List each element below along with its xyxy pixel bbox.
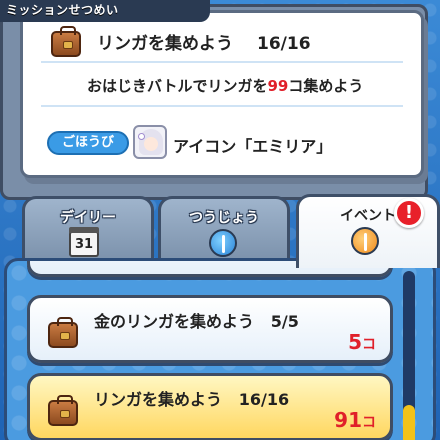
reward-number: 91 (334, 408, 362, 432)
tab-daily-label: デイリー (60, 210, 116, 226)
section-label: ミッションせつめい (0, 0, 210, 22)
list-item-title-text: リンガを集めよう (94, 390, 223, 409)
list-item-title: 金のリンガを集めよう 5/5 (94, 308, 299, 332)
flag-icon (209, 229, 237, 257)
mission-description: おはじきバトルでリンガを99コ集めよう (87, 75, 363, 96)
mission-list-panel[interactable]: 9コ 金のリンガを集めよう 5/5 5コ リンガを集めよう 16/16 91コ (4, 258, 436, 440)
list-item[interactable]: 金のリンガを集めよう 5/5 5コ (27, 295, 393, 363)
reward-number: 5 (348, 330, 362, 354)
scrollbar-thumb[interactable] (403, 405, 415, 440)
list-item-title: リンガを集めよう 16/16 (94, 386, 289, 410)
list-item-title-text: 金のリンガを集めよう (94, 312, 255, 331)
reward-badge: ごほうび (47, 131, 129, 155)
scrollbar-track[interactable] (403, 271, 415, 440)
list-item-progress: 16/16 (238, 390, 290, 409)
divider (41, 61, 403, 63)
reward-count: 91コ (334, 408, 376, 432)
alert-badge: ! (394, 198, 424, 228)
list-item-progress: 5/5 (270, 312, 299, 331)
bag-icon (51, 26, 81, 57)
avatar-flower (138, 133, 145, 140)
bag-icon (48, 395, 78, 426)
divider (41, 105, 403, 107)
emilia-avatar-icon (133, 125, 167, 159)
reward-unit: コ (362, 415, 376, 431)
reward-unit: コ (362, 337, 376, 353)
mission-desc-suffix: コ集めよう (288, 77, 364, 95)
mission-desc-number: 99 (267, 77, 289, 95)
bag-icon (48, 317, 78, 348)
mission-detail-card: リンガを集めよう 16/16 おはじきバトルでリンガを99コ集めよう ごほうび ア… (20, 10, 424, 178)
mission-progress: 16/16 (257, 34, 311, 54)
flag-icon (351, 227, 379, 255)
reward-name: アイコン「エミリア」 (173, 137, 333, 156)
tab-normal[interactable]: つうじょう (158, 196, 290, 264)
tab-normal-label: つうじょう (189, 210, 259, 226)
list-item[interactable]: リンガを集めよう 16/16 91コ (27, 373, 393, 440)
mission-desc-prefix: おはじきバトルでリンガを (87, 77, 268, 95)
avatar-face (144, 137, 158, 151)
mission-title: リンガを集めよう (97, 34, 233, 54)
tab-daily[interactable]: デイリー 31 (22, 196, 154, 264)
mission-title-row: リンガを集めよう 16/16 (97, 29, 311, 54)
reward-count: 5コ (348, 330, 376, 354)
calendar-icon: 31 (69, 227, 99, 257)
